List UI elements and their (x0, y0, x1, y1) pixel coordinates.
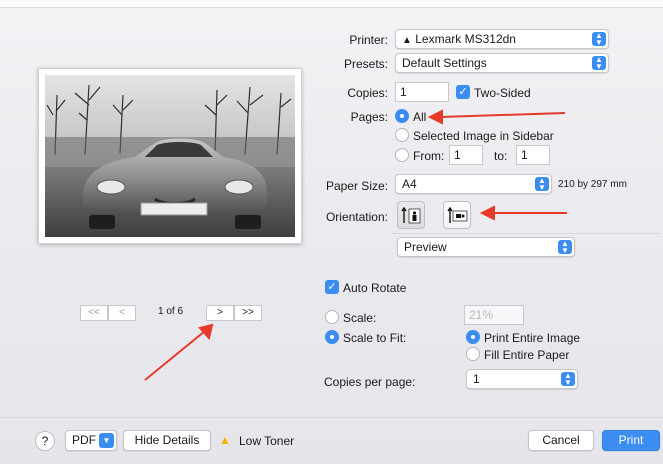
two-sided-label: Two-Sided (474, 86, 531, 100)
section-popup[interactable]: Preview ▲ ▼ (397, 237, 575, 257)
next-page-button[interactable]: > (206, 305, 234, 321)
orientation-landscape-button[interactable] (443, 201, 471, 229)
auto-rotate-checkbox[interactable]: ✓ (325, 280, 339, 294)
pages-all-radio[interactable] (395, 109, 409, 123)
presets-label: Presets: (343, 57, 388, 71)
landscape-person-icon (447, 206, 468, 223)
pages-to-field[interactable]: 1 (516, 145, 550, 165)
paper-size-label: Paper Size: (325, 179, 388, 193)
scale-radio[interactable] (325, 310, 339, 324)
fill-entire-paper-radio[interactable] (466, 347, 480, 361)
orientation-portrait-button[interactable] (397, 201, 425, 229)
fill-entire-paper-label: Fill Entire Paper (484, 348, 570, 362)
page-status: 1 of 6 (158, 306, 184, 317)
pages-to-label: to: (494, 149, 508, 163)
copies-label: Copies: (347, 86, 388, 100)
pages-selected-image-label: Selected Image in Sidebar (413, 129, 554, 143)
pages-from-radio[interactable] (395, 148, 409, 162)
scale-field[interactable]: 21% (464, 305, 524, 325)
print-button[interactable]: Print (602, 430, 660, 451)
print-entire-image-radio[interactable] (466, 330, 480, 344)
orientation-label: Orientation: (325, 210, 388, 224)
pdf-menu-button[interactable]: PDF ▼ (65, 430, 117, 451)
section-popup-value: Preview (404, 240, 447, 254)
paper-dimensions: 210 by 297 mm (558, 179, 627, 190)
chevron-updown-icon: ▲ ▼ (592, 32, 606, 47)
help-button[interactable]: ? (35, 431, 55, 451)
section-divider (392, 233, 660, 234)
low-toner-warning-icon: ▲ (219, 433, 231, 447)
paper-size-popup[interactable]: A4 ▲ ▼ (395, 174, 552, 194)
paper-size-value: A4 (402, 177, 417, 191)
pages-annotation-arrow (439, 112, 566, 118)
scale-to-fit-label: Scale to Fit: (343, 331, 407, 345)
auto-rotate-label: Auto Rotate (343, 281, 407, 295)
pages-from-label: From: (413, 149, 445, 163)
first-page-button[interactable]: << (80, 305, 108, 321)
window-top-edge (0, 0, 663, 8)
chevron-updown-icon: ▲ ▼ (558, 240, 572, 255)
print-entire-image-label: Print Entire Image (484, 331, 581, 345)
copies-field[interactable]: 1 (395, 82, 449, 102)
paging-annotation-arrow (144, 330, 206, 381)
portrait-person-icon (401, 206, 421, 224)
copies-per-page-label: Copies per page: (324, 375, 416, 389)
pages-from-field[interactable]: 1 (449, 145, 483, 165)
printer-popup[interactable]: ▲ Lexmark MS312dn ▲ ▼ (395, 29, 609, 49)
copies-per-page-value: 1 (473, 372, 480, 386)
scale-to-fit-radio[interactable] (325, 330, 339, 344)
warning-icon: ▲ (402, 35, 412, 46)
print-preview-page (38, 68, 302, 244)
chevron-updown-icon: ▲ ▼ (592, 56, 606, 71)
presets-popup[interactable]: Default Settings ▲ ▼ (395, 53, 609, 73)
chevron-updown-icon: ▲ ▼ (561, 372, 575, 387)
chevron-down-icon: ▼ (99, 433, 114, 448)
pages-selected-image-radio[interactable] (395, 128, 409, 142)
hide-details-button[interactable]: Hide Details (123, 430, 211, 451)
chevron-updown-icon: ▲ ▼ (535, 177, 549, 192)
previous-page-button[interactable]: < (108, 305, 136, 321)
printer-value: Lexmark MS312dn (415, 32, 516, 46)
presets-value: Default Settings (402, 56, 487, 70)
printer-label: Printer: (349, 33, 388, 47)
bottom-bar-divider (0, 417, 663, 418)
pages-label: Pages: (350, 110, 388, 124)
cancel-button[interactable]: Cancel (528, 430, 594, 451)
last-page-button[interactable]: >> (234, 305, 262, 321)
low-toner-label: Low Toner (239, 434, 295, 448)
copies-per-page-popup[interactable]: 1 ▲ ▼ (466, 369, 578, 389)
car-photo-thumbnail (45, 75, 295, 237)
scale-label: Scale: (343, 311, 377, 325)
pdf-label: PDF (72, 433, 96, 447)
pages-all-label: All (413, 110, 427, 124)
two-sided-checkbox[interactable]: ✓ (456, 85, 470, 99)
